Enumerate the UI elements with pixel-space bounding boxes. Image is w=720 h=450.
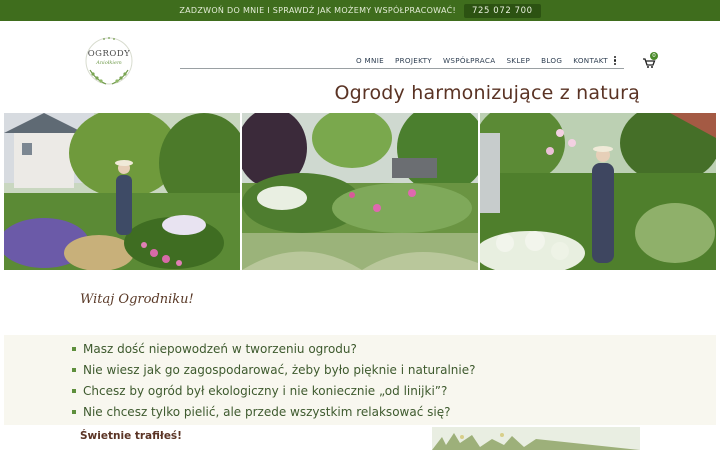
questions-list: Masz dość niepowodzeń w tworzeniu ogrodu… [72, 338, 475, 422]
nav-divider [180, 68, 624, 69]
bullet-square-icon [72, 388, 76, 393]
logo-subtitle: Aniołkiem [96, 60, 122, 66]
nav-item-sklep[interactable]: SKLEP [506, 56, 530, 65]
list-item: Masz dość niepowodzeń w tworzeniu ogrodu… [72, 338, 475, 359]
top-bar: ZADZWOŃ DO MNIE I SPRAWDŹ JAK MOŻEMY WSP… [0, 0, 720, 21]
nav-item-projekty[interactable]: PROJEKTY [395, 56, 432, 65]
question-text: Nie wiesz jak go zagospodarować, żeby by… [83, 362, 476, 377]
list-item: Nie chcesz tylko pielić, ale przede wszy… [72, 401, 475, 422]
garden-photo-1 [4, 113, 240, 270]
cart-count-badge: 0 [650, 52, 658, 60]
nav-item-kontakt[interactable]: KONTAKT [573, 56, 608, 65]
phone-button[interactable]: 725 072 700 [463, 3, 541, 18]
nav-item-o-mnie[interactable]: O MNIE [356, 56, 384, 65]
list-item: Chcesz by ogród był ekologiczny i nie ko… [72, 380, 475, 401]
vertical-ellipsis-icon[interactable] [612, 56, 618, 66]
nav-item-wspolpraca[interactable]: WSPÓŁPRACA [443, 56, 495, 65]
hero-photo-strip [4, 113, 716, 270]
list-item: Nie wiesz jak go zagospodarować, żeby by… [72, 359, 475, 380]
bullet-square-icon [72, 346, 76, 351]
bullet-square-icon [72, 367, 76, 372]
page-headline: Ogrody harmonizujące z naturą [334, 82, 640, 104]
question-text: Masz dość niepowodzeń w tworzeniu ogrodu… [83, 341, 357, 356]
answer-text: Świetnie trafiłeś! [80, 430, 182, 442]
site-logo[interactable]: OGRODY Aniołkiem [84, 34, 134, 90]
main-nav: O MNIE PROJEKTY WSPÓŁPRACA SKLEP BLOG KO… [356, 56, 619, 65]
greeting-script: Witaj Ogrodniku! [80, 292, 194, 307]
garden-photo-2 [242, 113, 478, 270]
question-text: Chcesz by ogród był ekologiczny i nie ko… [83, 383, 448, 398]
logo-name: OGRODY [87, 49, 131, 59]
question-text: Nie chcesz tylko pielić, ale przede wszy… [83, 404, 451, 419]
topbar-cta-text: ZADZWOŃ DO MNIE I SPRAWDŹ JAK MOŻEMY WSP… [179, 6, 456, 15]
section-preview-image [432, 427, 640, 450]
nav-item-blog[interactable]: BLOG [541, 56, 562, 65]
garden-photo-3 [480, 113, 716, 270]
bullet-square-icon [72, 409, 76, 414]
